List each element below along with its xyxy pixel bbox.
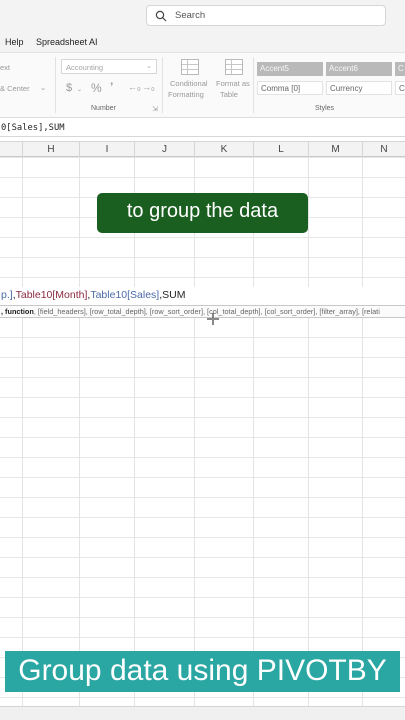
conditional-formatting-label-1[interactable]: Conditional <box>170 79 208 88</box>
conditional-formatting-label-2[interactable]: Formatting <box>168 90 204 99</box>
style-partial[interactable]: C <box>395 81 405 95</box>
chevron-down-icon[interactable]: ⌄ <box>77 86 82 93</box>
format-as-table-label-2[interactable]: Table <box>220 90 238 99</box>
number-group-label: Number <box>91 105 116 112</box>
formula-segment: ,SUM <box>159 289 186 301</box>
title-bar: Search <box>0 0 405 30</box>
grid-line <box>308 157 309 708</box>
ribbon-separator <box>55 57 56 113</box>
column-header-m[interactable]: M <box>309 142 363 157</box>
wrap-text-button[interactable]: ext <box>0 63 10 72</box>
grid-line <box>134 157 135 708</box>
formula-segment: Table10[Month] <box>15 289 88 301</box>
number-format-select[interactable]: Accounting ⌄ <box>61 59 157 74</box>
conditional-formatting-icon <box>181 59 199 75</box>
style-accent5[interactable]: Accent5 <box>257 62 323 76</box>
move-cursor-icon <box>207 313 219 325</box>
column-headers: H I J K L M N <box>0 141 405 157</box>
formula-segment: Table10[Sales] <box>90 289 160 301</box>
formula-segment: p.] <box>1 289 13 301</box>
caption-top: to group the data <box>97 193 308 233</box>
ribbon-separator <box>253 57 254 113</box>
formula-bar-text: 0[Sales],SUM <box>1 123 65 133</box>
tooltip-current-arg: , function <box>1 307 34 316</box>
column-header-n[interactable]: N <box>363 142 405 157</box>
style-comma0[interactable]: Comma [0] <box>257 81 323 95</box>
comma-style-button[interactable]: ’ <box>110 80 113 94</box>
column-header-j[interactable]: J <box>135 142 195 157</box>
currency-button[interactable]: $ <box>66 82 72 94</box>
grid-line <box>22 157 23 708</box>
formula-cell-editor[interactable]: p.],Table10[Month],Table10[Sales],SUM <box>0 287 405 305</box>
style-accent6[interactable]: Accent6 <box>326 62 392 76</box>
merge-center-button[interactable]: & Center <box>0 84 30 93</box>
caption-bottom: Group data using PIVOTBY <box>5 651 400 692</box>
style-accent-partial[interactable]: C <box>395 62 405 76</box>
grid-line <box>194 157 195 708</box>
cell-grid[interactable] <box>0 157 405 708</box>
chevron-down-icon: ⌄ <box>146 63 152 70</box>
style-currency[interactable]: Currency <box>326 81 392 95</box>
percent-button[interactable]: % <box>91 81 102 95</box>
function-argument-tooltip: , function, [field_headers], [row_total_… <box>0 305 405 318</box>
menu-help[interactable]: Help <box>5 37 24 47</box>
search-icon <box>155 10 167 21</box>
format-as-table-label-1[interactable]: Format as <box>216 79 250 88</box>
number-format-value: Accounting <box>66 63 104 72</box>
status-bar <box>0 706 405 720</box>
dialog-launcher-icon[interactable]: ⇲ <box>152 105 158 113</box>
column-header-k[interactable]: K <box>195 142 254 157</box>
menu-bar: Help Spreadsheet AI <box>0 30 405 52</box>
format-as-table-icon <box>225 59 243 75</box>
increase-decimal-icon[interactable]: ←₀ <box>128 82 141 92</box>
menu-spreadsheet-ai[interactable]: Spreadsheet AI <box>36 37 98 47</box>
chevron-down-icon[interactable]: ⌄ <box>40 83 46 92</box>
column-header-partial[interactable] <box>0 142 23 157</box>
search-placeholder: Search <box>175 10 206 21</box>
styles-group-label: Styles <box>315 105 335 112</box>
column-header-h[interactable]: H <box>23 142 80 157</box>
grid-line <box>79 157 80 708</box>
grid-line <box>362 157 363 708</box>
decrease-decimal-icon[interactable]: →₀ <box>142 82 155 92</box>
search-box[interactable]: Search <box>146 5 386 26</box>
formula-bar[interactable]: 0[Sales],SUM <box>0 120 405 137</box>
column-header-l[interactable]: L <box>254 142 309 157</box>
ribbon: ext & Center ⌄ Accounting ⌄ $ ⌄ % ’ ←₀ →… <box>0 52 405 118</box>
column-header-i[interactable]: I <box>80 142 135 157</box>
grid-line <box>253 157 254 708</box>
ribbon-separator <box>162 57 163 113</box>
